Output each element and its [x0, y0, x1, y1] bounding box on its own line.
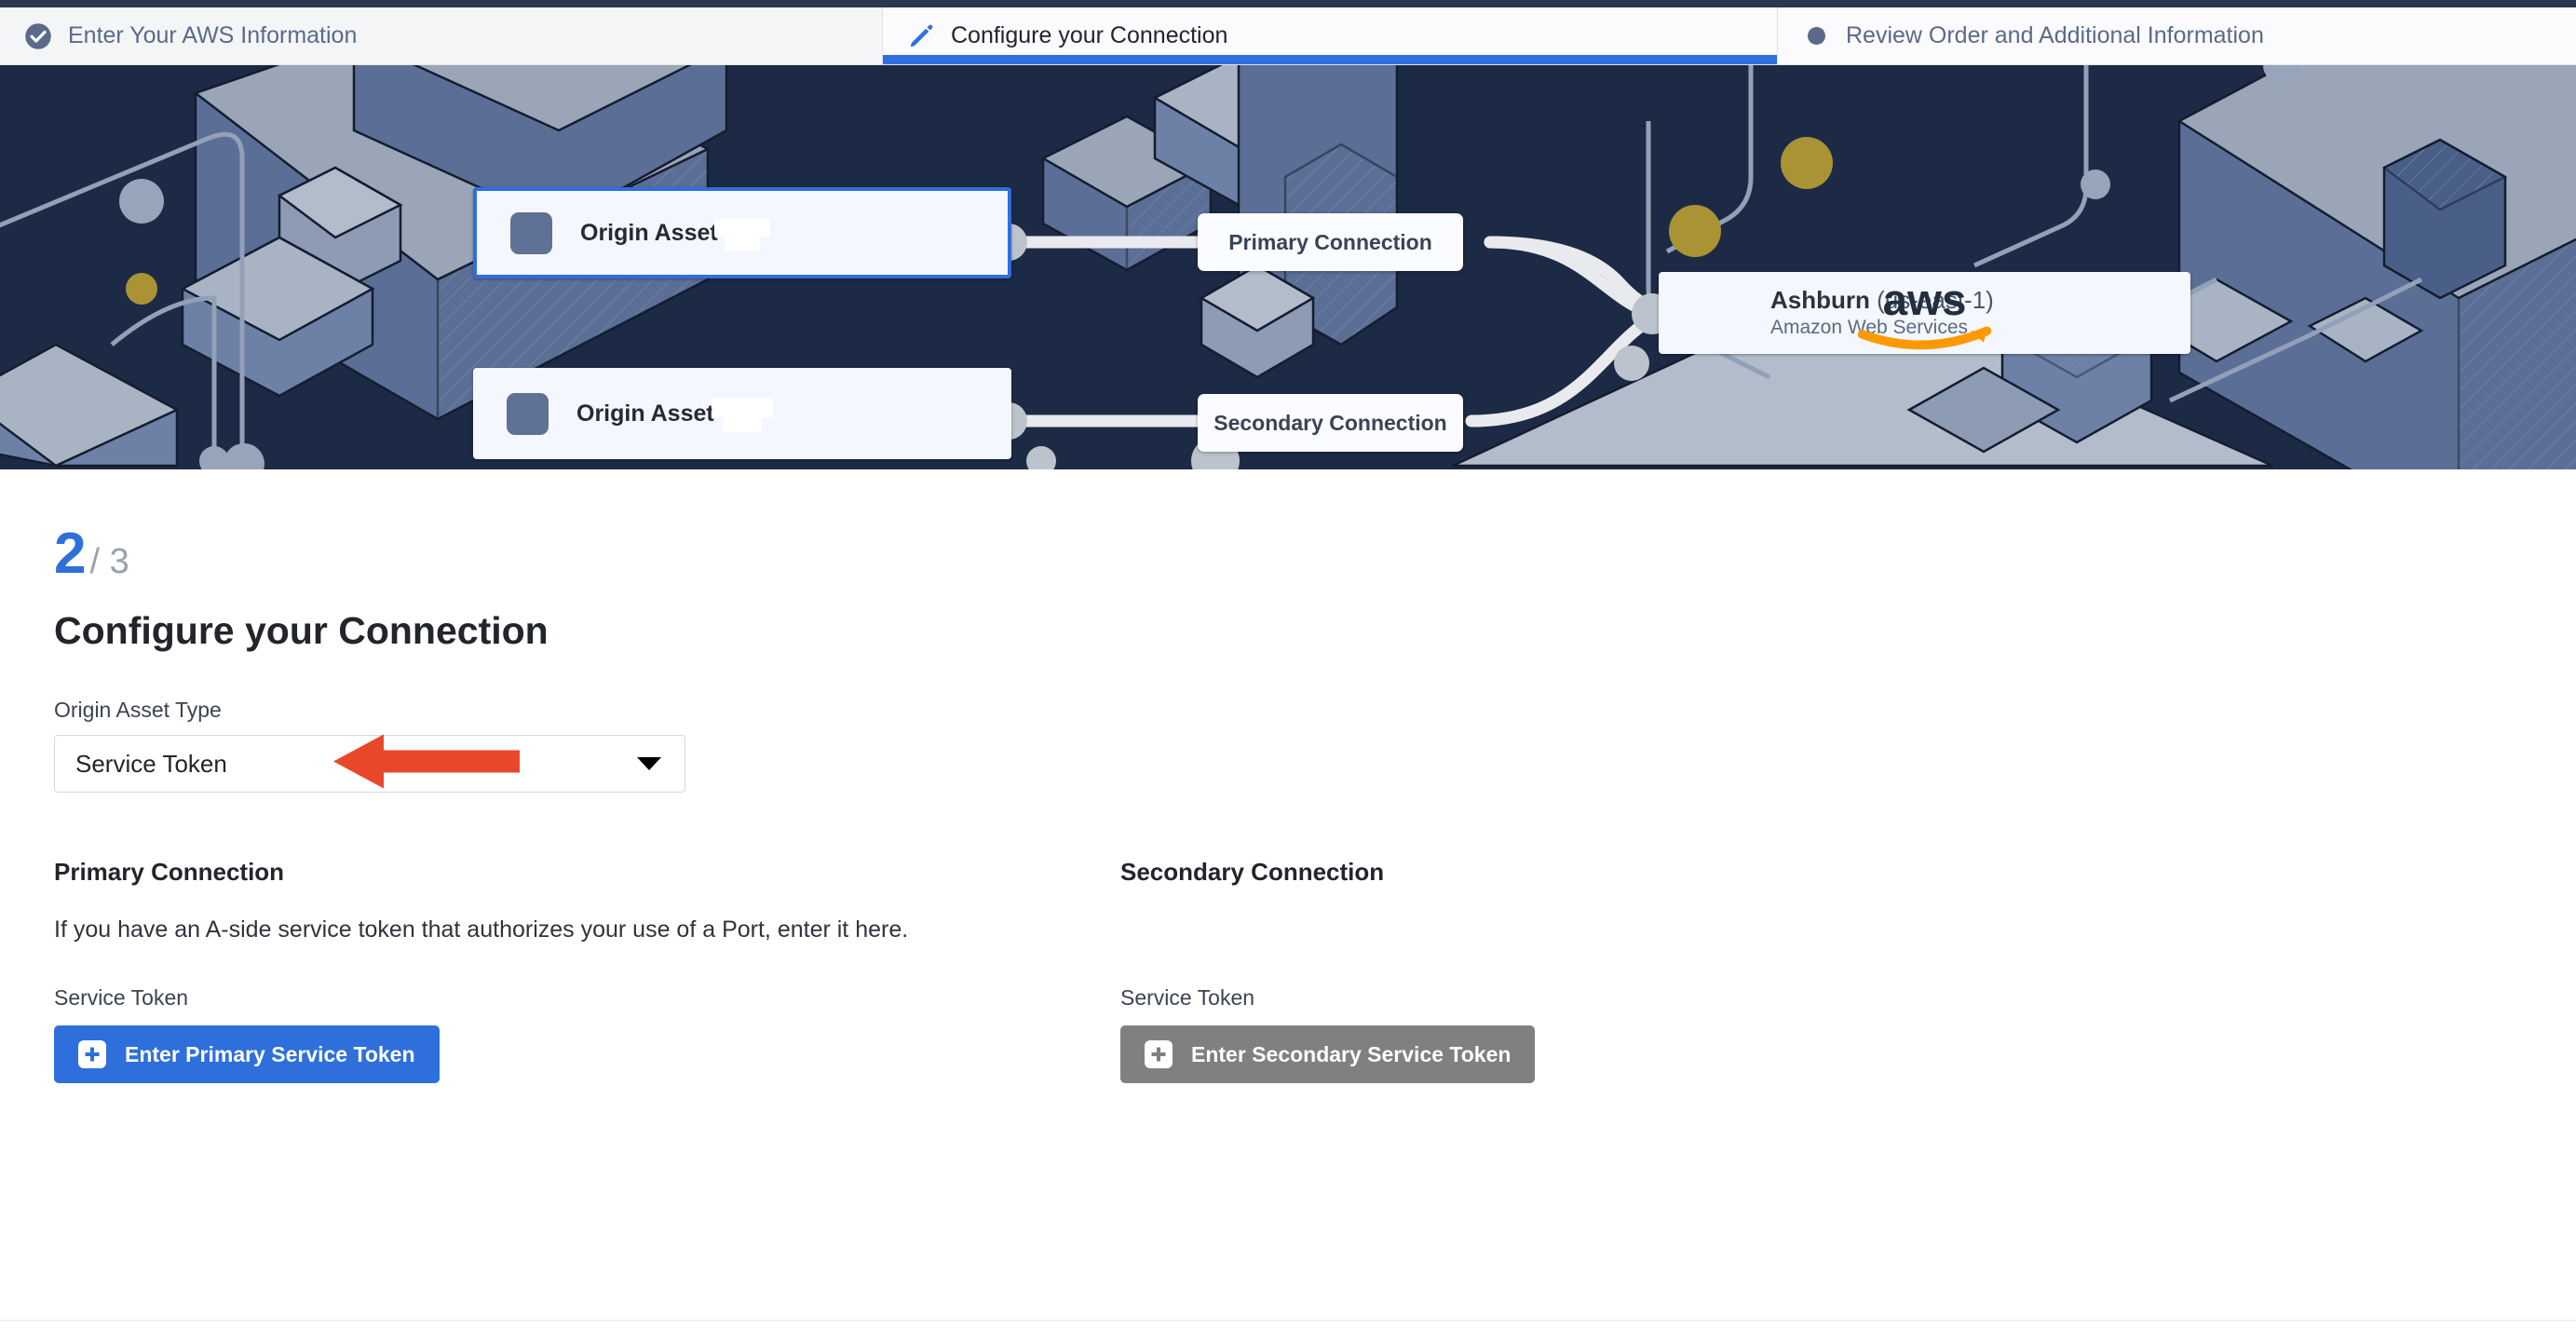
secondary-connection-pill: Secondary Connection — [1198, 394, 1463, 452]
port-icon — [507, 392, 773, 435]
chevron-down-icon — [637, 757, 661, 770]
secondary-service-token-label: Service Token — [1120, 985, 1255, 1010]
origin-asset-card-secondary[interactable]: Origin Asset — [473, 368, 1011, 459]
tab-review-order[interactable]: Review Order and Additional Information — [1778, 7, 2576, 64]
origin-asset-type-label: Origin Asset Type — [54, 698, 222, 722]
window-top-strip — [0, 0, 2576, 7]
aws-destination-card[interactable]: aws Ashburn (us-east-1) Amazon Web Servi… — [1659, 272, 2190, 354]
plus-icon — [1145, 1040, 1173, 1068]
origin-asset-type-value: Service Token — [75, 749, 227, 778]
port-icon — [510, 211, 770, 254]
enter-primary-service-token-button[interactable]: Enter Primary Service Token — [54, 1025, 440, 1083]
primary-connection-title: Primary Connection — [54, 858, 285, 886]
enter-secondary-service-token-button[interactable]: Enter Secondary Service Token — [1120, 1025, 1536, 1083]
primary-connection-label: Primary Connection — [1228, 229, 1432, 254]
tab-label-enter-aws-information: Enter Your AWS Information — [68, 22, 358, 48]
tab-enter-aws-information[interactable]: Enter Your AWS Information — [0, 7, 882, 64]
page-title: Configure your Connection — [54, 609, 549, 652]
enter-primary-service-token-label: Enter Primary Service Token — [125, 1041, 415, 1066]
enter-secondary-service-token-label: Enter Secondary Service Token — [1191, 1041, 1512, 1066]
svg-text:aws: aws — [1883, 276, 1967, 325]
secondary-connection-label: Secondary Connection — [1213, 410, 1447, 435]
step-number: 2 — [54, 522, 87, 586]
origin-asset-type-select[interactable]: Service Token — [54, 735, 685, 793]
secondary-connection-title: Secondary Connection — [1120, 858, 1385, 886]
page-bottom-divider — [0, 1320, 2576, 1321]
step-total: / 3 — [89, 542, 129, 581]
primary-connection-column: Primary Connection If you have an A-side… — [54, 858, 1120, 1083]
tab-label-configure-your-connection: Configure your Connection — [951, 22, 1228, 48]
stepper-tabbar: Enter Your AWS Information Configure you… — [0, 7, 2576, 65]
step-indicator: 2 / 3 — [54, 525, 2522, 583]
dot-icon — [1802, 22, 1830, 50]
configure-connection-form: 2 / 3 Configure your Connection Origin A… — [0, 469, 2576, 1083]
primary-connection-pill: Primary Connection — [1198, 213, 1463, 271]
tab-label-review-order: Review Order and Additional Information — [1846, 22, 2264, 48]
primary-connection-description: If you have an A-side service token that… — [54, 916, 909, 943]
connection-columns: Primary Connection If you have an A-side… — [54, 858, 2522, 1083]
pencil-icon — [907, 22, 935, 50]
primary-service-token-label: Service Token — [54, 985, 189, 1010]
secondary-connection-description — [1120, 916, 2187, 944]
origin-asset-card-primary[interactable]: Origin Asset — [473, 187, 1011, 278]
tab-configure-your-connection[interactable]: Configure your Connection — [882, 7, 1778, 64]
plus-icon — [78, 1040, 106, 1068]
secondary-connection-column: Secondary Connection Service Token Enter… — [1120, 858, 2187, 1083]
check-circle-icon — [24, 22, 52, 50]
origin-asset-type-field: Origin Asset Type Service Token — [54, 698, 2522, 793]
connection-topology-illustration: Origin Asset Origin Asset Primary Connec… — [0, 65, 2576, 469]
